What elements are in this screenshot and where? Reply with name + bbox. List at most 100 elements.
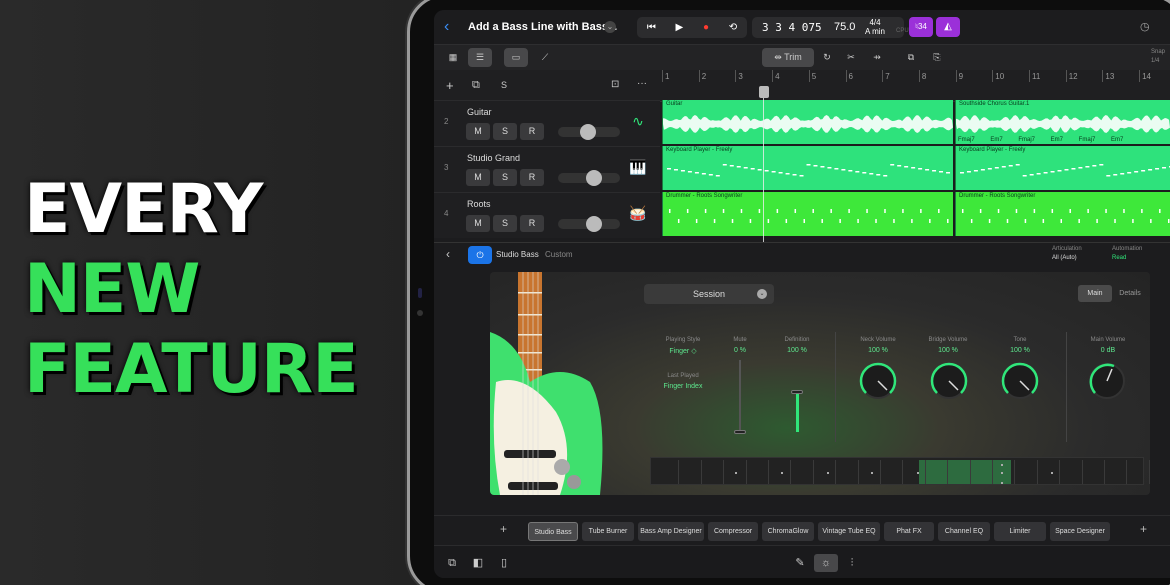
mute-fader-knob[interactable] [734, 430, 746, 434]
fretboard-grid[interactable] [650, 457, 1150, 485]
session-dropdown[interactable]: Session ⌄ [644, 284, 774, 304]
track-row[interactable]: 4 Roots M S R 🥁 [434, 192, 660, 238]
more-options-icon[interactable]: ··· [637, 78, 647, 89]
power-icon[interactable]: ⏻ [468, 246, 492, 264]
transport-controls: ⏮ ▶ ● ⟲ [637, 17, 747, 38]
track-name[interactable]: Roots [467, 199, 491, 209]
tuner-button[interactable]: ♮34 [909, 17, 933, 37]
automation-control[interactable]: Automation Read [1112, 245, 1142, 263]
timeline-ruler[interactable]: 1 2 3 4 5 6 7 8 9 10 11 12 13 14 [660, 70, 1170, 102]
plugin-preset[interactable]: Custom [545, 250, 573, 259]
mute-button[interactable]: M [466, 123, 490, 140]
mute-button[interactable]: M [466, 169, 490, 186]
main-volume-knob[interactable] [1086, 360, 1128, 402]
pencil-icon[interactable]: ✎ [790, 554, 810, 572]
volume-knob[interactable] [586, 216, 602, 232]
solo-button[interactable]: S [493, 215, 517, 232]
track-folder-icon[interactable]: ⊡ [611, 79, 619, 90]
top-bar: ‹ Add a Bass Line with Bass... ⌄ ⏮ ▶ ● ⟲… [434, 10, 1170, 44]
volume-slider[interactable] [558, 124, 620, 140]
volume-knob[interactable] [580, 124, 596, 140]
mixer-icon[interactable]: ⫶ [842, 554, 862, 572]
inspector-icon[interactable]: ◧ [468, 554, 488, 572]
plugin-slot[interactable]: Phat FX [884, 522, 934, 541]
plugin-name[interactable]: Studio Bass [496, 250, 539, 259]
plugins-view-icon[interactable]: ☼ [814, 554, 838, 572]
rewind-icon[interactable]: ⏮ [647, 22, 656, 33]
record-icon[interactable]: ● [703, 22, 709, 33]
plugin-slot[interactable]: ChromaGlow [762, 522, 814, 541]
snap-control[interactable]: Snap 1/4 [1151, 48, 1165, 66]
settings-clock-icon[interactable]: ◷ [1140, 20, 1150, 33]
title-dropdown-icon[interactable]: ⌄ [604, 21, 616, 33]
mute-fader-track[interactable] [739, 360, 741, 432]
back-chevron-icon[interactable]: ‹ [444, 18, 449, 36]
drums-region-2[interactable]: Drummer - Roots Songwriter [955, 192, 1170, 236]
tone-knob[interactable] [999, 360, 1041, 402]
cycle-icon[interactable]: ⟲ [729, 22, 737, 33]
tracks-view-icon[interactable]: ☰ [468, 48, 492, 67]
split-icon[interactable]: ⇸ [868, 48, 886, 67]
plugin-slot[interactable]: Limiter [994, 522, 1046, 541]
keys-region-1[interactable]: Keyboard Player - Freely [662, 146, 953, 190]
project-title[interactable]: Add a Bass Line with Bass... [468, 21, 617, 33]
camera-indicator [418, 288, 422, 298]
plugin-slot[interactable]: Studio Bass [528, 522, 578, 541]
plugin-slot[interactable]: Space Designer [1050, 522, 1110, 541]
add-plugin-left-icon[interactable]: + [500, 522, 507, 536]
lcd-display[interactable]: 3 3 4 075 75.0 4/4 A min CPU [752, 17, 909, 38]
mute-button[interactable]: M [466, 215, 490, 232]
track-name[interactable]: Studio Grand [467, 153, 520, 163]
definition-fader-knob[interactable] [791, 390, 803, 394]
divider [1066, 332, 1067, 442]
tab-main[interactable]: Main [1078, 285, 1112, 302]
global-solo-button[interactable]: S [501, 80, 507, 90]
play-icon[interactable]: ▶ [676, 22, 684, 33]
bridge-volume-knob[interactable] [928, 360, 970, 402]
keys-region-2[interactable]: Keyboard Player - Freely [955, 146, 1170, 190]
duplicate-track-icon[interactable]: ⧉ [472, 79, 480, 92]
tab-details[interactable]: Details [1113, 285, 1147, 302]
drums-region-1[interactable]: Drummer - Roots Songwriter [662, 192, 953, 236]
plugin-slot[interactable]: Vintage Tube EQ [818, 522, 880, 541]
region-view-icon[interactable]: ▭ [504, 48, 528, 67]
add-track-icon[interactable]: + [446, 78, 454, 93]
plugin-slot[interactable]: Tube Burner [582, 522, 634, 541]
back-chevron-icon[interactable]: ‹ [446, 247, 450, 261]
solo-button[interactable]: S [493, 123, 517, 140]
playing-style-value[interactable]: Finger ◇ [658, 347, 708, 355]
guitar-region-2[interactable]: Southside Chorus Guitar.1 Fmaj7 Em7 Fmaj… [955, 100, 1170, 144]
record-enable-button[interactable]: R [520, 215, 544, 232]
track-name[interactable]: Guitar [467, 107, 492, 117]
scissors-icon[interactable]: ✂ [842, 48, 860, 67]
library-icon[interactable]: ⧉ [442, 554, 462, 572]
plugin-slot[interactable]: Bass Amp Designer [638, 522, 704, 541]
record-enable-button[interactable]: R [520, 123, 544, 140]
paste-icon[interactable]: ⎘ [928, 48, 946, 67]
lcd-signature: 4/4 A min [865, 18, 885, 36]
volume-slider[interactable] [558, 170, 620, 186]
guitar-region-1[interactable]: Guitar [662, 100, 953, 144]
add-plugin-right-icon[interactable]: + [1140, 522, 1147, 536]
grid-view-icon[interactable]: ▦ [442, 48, 464, 67]
solo-button[interactable]: S [493, 169, 517, 186]
volume-knob[interactable] [586, 170, 602, 186]
copy-icon[interactable]: ⧉ [902, 48, 920, 67]
volume-slider[interactable] [558, 216, 620, 232]
region-label: Keyboard Player - Freely [666, 147, 733, 153]
track-row[interactable]: 2 Guitar M S R ∿ [434, 100, 660, 146]
articulation-control[interactable]: Articulation All (Auto) [1052, 245, 1082, 263]
trim-tool-button[interactable]: ⇹ Trim [762, 48, 814, 67]
loop-tool-icon[interactable]: ↻ [818, 48, 836, 67]
neck-volume-knob[interactable] [857, 360, 899, 402]
record-enable-button[interactable]: R [520, 169, 544, 186]
playhead-handle[interactable] [759, 86, 769, 98]
ruler-tick [1139, 70, 1141, 82]
track-row[interactable]: 3 Studio Grand M S R 🎹 [434, 146, 660, 192]
grid-cell [836, 460, 859, 484]
plugin-slot[interactable]: Compressor [708, 522, 758, 541]
plugin-slot[interactable]: Channel EQ [938, 522, 990, 541]
metronome-icon[interactable]: ◭ [936, 17, 960, 37]
automation-icon[interactable]: ⟋ [534, 48, 556, 67]
editor-icon[interactable]: ▯ [494, 554, 514, 572]
